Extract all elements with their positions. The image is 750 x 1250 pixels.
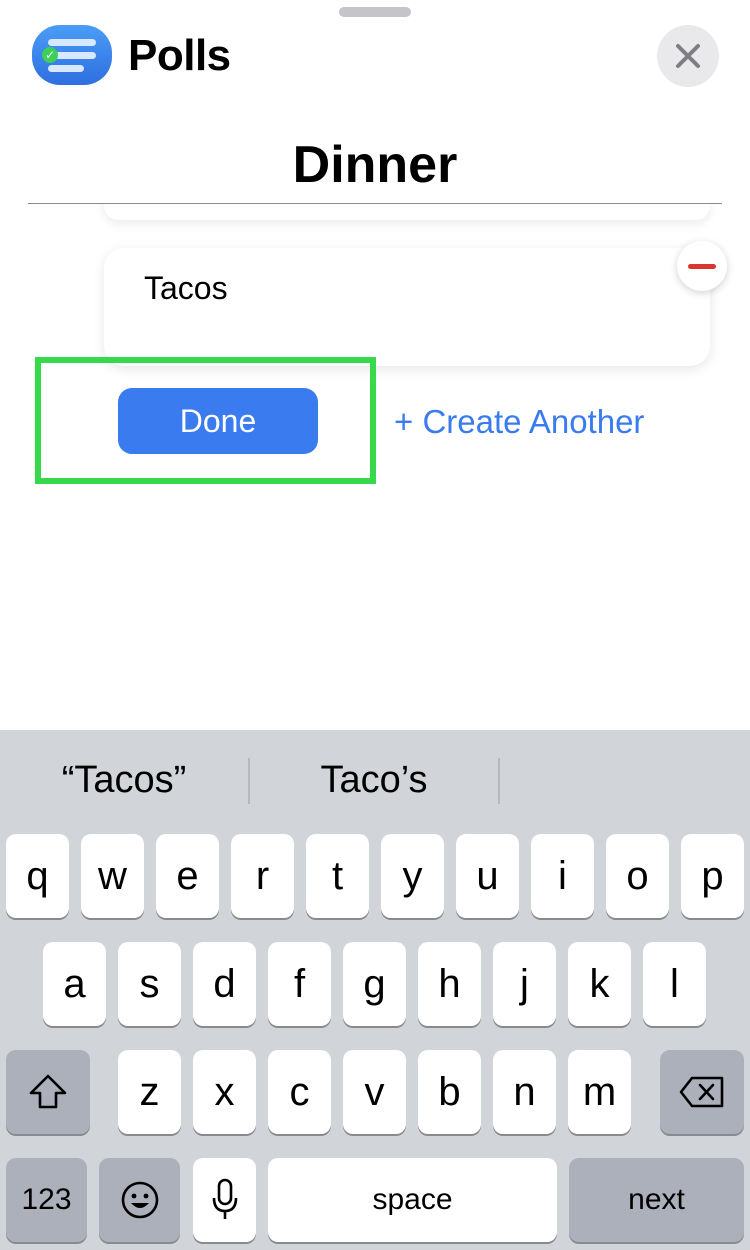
key-a[interactable]: a	[43, 942, 106, 1026]
sheet-grabber[interactable]	[339, 7, 411, 17]
backspace-icon	[679, 1076, 724, 1108]
key-c[interactable]: c	[268, 1050, 331, 1134]
key-l[interactable]: l	[643, 942, 706, 1026]
suggestion-bar: “Tacos” Taco’s	[0, 730, 750, 828]
key-m[interactable]: m	[568, 1050, 631, 1134]
key-v[interactable]: v	[343, 1050, 406, 1134]
key-u[interactable]: u	[456, 834, 519, 918]
key-r[interactable]: r	[231, 834, 294, 918]
key-b[interactable]: b	[418, 1050, 481, 1134]
close-button[interactable]	[657, 25, 719, 87]
key-g[interactable]: g	[343, 942, 406, 1026]
key-q[interactable]: q	[6, 834, 69, 918]
suggestion-1[interactable]: “Tacos”	[0, 756, 248, 804]
key-y[interactable]: y	[381, 834, 444, 918]
close-icon	[676, 44, 700, 68]
key-f[interactable]: f	[268, 942, 331, 1026]
space-key[interactable]: space	[268, 1158, 557, 1242]
emoji-icon	[121, 1181, 158, 1219]
minus-icon	[688, 263, 716, 269]
microphone-icon	[212, 1178, 237, 1219]
create-another-link[interactable]: + Create Another	[394, 400, 644, 444]
key-x[interactable]: x	[193, 1050, 256, 1134]
key-s[interactable]: s	[118, 942, 181, 1026]
option-card[interactable]: Tacos	[104, 248, 710, 366]
dictation-key[interactable]	[193, 1158, 256, 1242]
key-w[interactable]: w	[81, 834, 144, 918]
option-input[interactable]: Tacos	[144, 268, 664, 308]
title-divider	[28, 203, 722, 204]
suggestion-3[interactable]	[500, 756, 750, 804]
app-title: Polls	[128, 31, 231, 80]
key-t[interactable]: t	[306, 834, 369, 918]
key-z[interactable]: z	[118, 1050, 181, 1134]
shift-icon	[29, 1074, 67, 1109]
next-key[interactable]: next	[569, 1158, 744, 1242]
shift-key[interactable]	[6, 1050, 90, 1134]
key-p[interactable]: p	[681, 834, 744, 918]
key-e[interactable]: e	[156, 834, 219, 918]
key-j[interactable]: j	[493, 942, 556, 1026]
suggestion-2[interactable]: Taco’s	[250, 756, 498, 804]
key-h[interactable]: h	[418, 942, 481, 1026]
poll-title[interactable]: Dinner	[0, 133, 750, 197]
keyboard: “Tacos” Taco’s q w e r t y u i o p a s d…	[0, 730, 750, 1250]
numbers-key[interactable]: 123	[6, 1158, 87, 1242]
key-o[interactable]: o	[606, 834, 669, 918]
key-k[interactable]: k	[568, 942, 631, 1026]
backspace-key[interactable]	[660, 1050, 744, 1134]
key-n[interactable]: n	[493, 1050, 556, 1134]
key-d[interactable]: d	[193, 942, 256, 1026]
done-button[interactable]: Done	[118, 388, 318, 454]
remove-option-button[interactable]	[677, 241, 727, 291]
polls-app-icon: ✓	[32, 25, 112, 85]
checkmark-icon: ✓	[42, 47, 58, 63]
key-i[interactable]: i	[531, 834, 594, 918]
emoji-key[interactable]	[99, 1158, 180, 1242]
